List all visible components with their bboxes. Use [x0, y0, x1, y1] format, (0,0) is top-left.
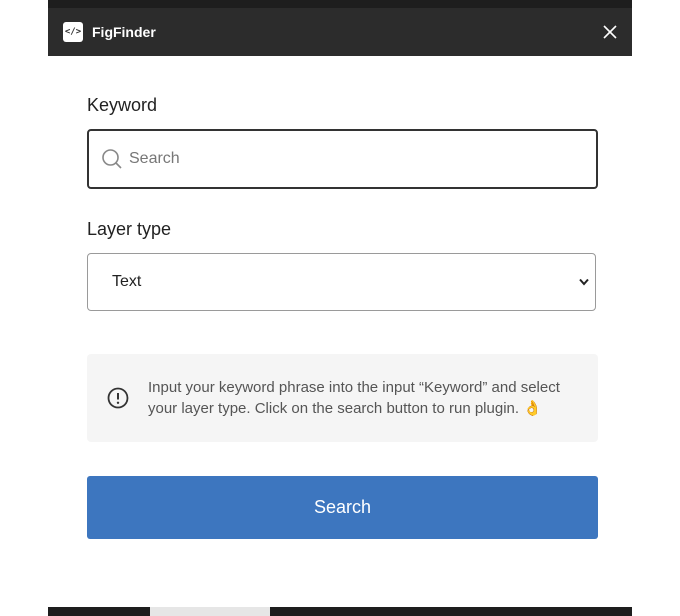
layer-type-select[interactable]: Text — [87, 253, 596, 311]
code-icon: </> — [63, 22, 83, 42]
plugin-titlebar: </> FigFinder — [48, 8, 632, 56]
close-button[interactable] — [600, 22, 620, 42]
keyword-input[interactable] — [129, 131, 579, 187]
keyword-search-box[interactable] — [87, 129, 598, 189]
plugin-window: </> FigFinder Keyword Layer type Text — [48, 8, 632, 607]
search-button[interactable]: Search — [87, 476, 598, 539]
bottom-chrome — [48, 607, 632, 616]
keyword-label: Keyword — [87, 95, 158, 115]
info-circle-icon — [107, 387, 129, 409]
chevron-down-icon — [579, 278, 589, 286]
plugin-title: FigFinder — [92, 24, 156, 40]
layer-type-label: Layer type — [87, 219, 172, 239]
info-box: Input your keyword phrase into the input… — [87, 354, 598, 442]
screen: </> FigFinder Keyword Layer type Text — [0, 0, 680, 616]
close-icon — [603, 25, 617, 39]
bottom-tab[interactable] — [150, 607, 270, 616]
window-chrome-top — [48, 0, 632, 8]
layer-type-selected-value: Text — [112, 273, 142, 290]
info-message: Input your keyword phrase into the input… — [148, 379, 560, 417]
search-icon — [102, 149, 122, 169]
